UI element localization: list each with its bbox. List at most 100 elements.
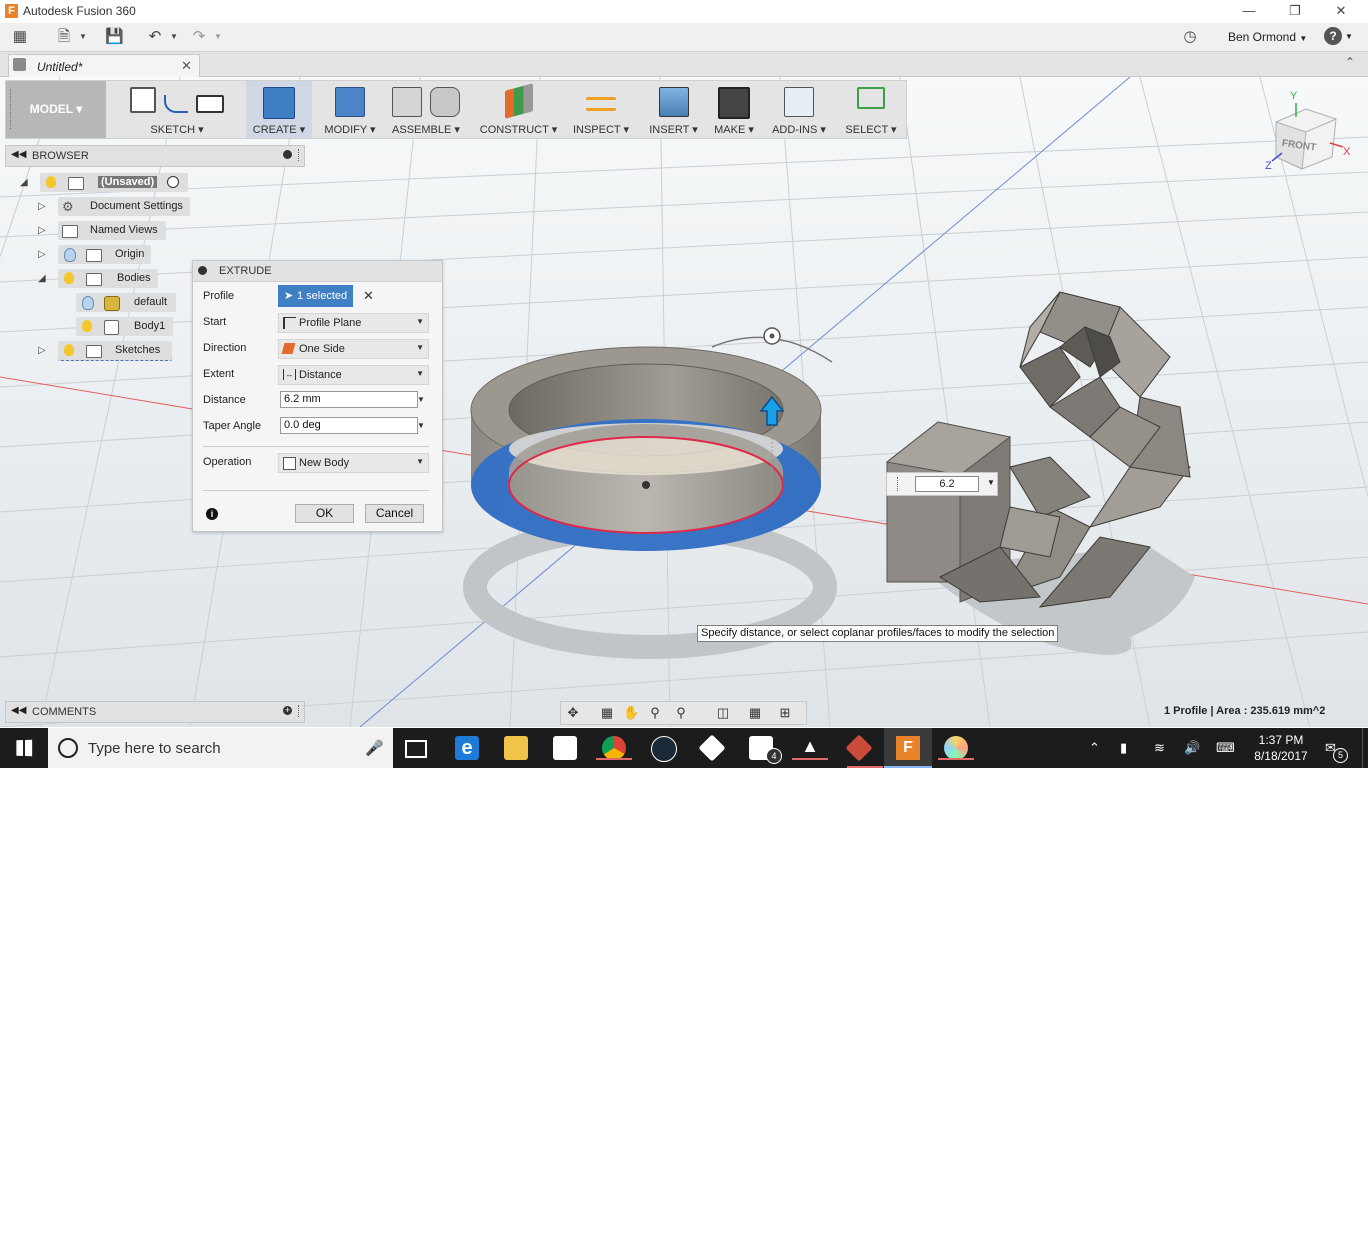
- fit-icon[interactable]: ⚲: [673, 705, 689, 721]
- document-tab[interactable]: Untitled* ✕: [8, 54, 200, 77]
- task-view-icon[interactable]: [405, 740, 427, 758]
- help-dropdown-icon[interactable]: ▼: [1345, 32, 1353, 41]
- undo-dropdown-icon[interactable]: ▼: [165, 28, 183, 46]
- grid-settings-icon[interactable]: ▦: [747, 705, 763, 721]
- visibility-bulb-off-icon[interactable]: [82, 296, 94, 310]
- store-icon[interactable]: [553, 736, 577, 760]
- file-dropdown-icon[interactable]: ▼: [74, 28, 92, 46]
- show-hidden-icons[interactable]: ⌃: [1089, 740, 1100, 756]
- root-expand-icon[interactable]: ◢: [20, 177, 28, 188]
- inspect-group[interactable]: INSPECT ▾: [571, 81, 631, 138]
- ok-button[interactable]: OK: [295, 504, 354, 523]
- comments-grip[interactable]: [298, 705, 301, 717]
- look-at-icon[interactable]: ▦: [599, 705, 615, 721]
- browser-node-default[interactable]: default: [76, 293, 176, 312]
- operation-dropdown[interactable]: New Body ▼: [278, 453, 429, 473]
- close-tab-icon[interactable]: ✕: [181, 58, 192, 74]
- restore-button[interactable]: ❐: [1272, 2, 1318, 20]
- show-desktop-button[interactable]: [1362, 728, 1368, 768]
- assemble-group[interactable]: ASSEMBLE ▾: [386, 81, 466, 138]
- make-group[interactable]: MAKE ▾: [709, 81, 759, 138]
- bodies-expand-icon[interactable]: ◢: [38, 273, 46, 284]
- visibility-bulb-icon[interactable]: [46, 176, 56, 188]
- viewports-icon[interactable]: ⊞: [777, 705, 793, 721]
- document-settings-expand-icon[interactable]: ▷: [38, 201, 46, 212]
- red-gem-app-icon[interactable]: [845, 734, 873, 762]
- redo-dropdown-icon[interactable]: ▼: [209, 28, 227, 46]
- collapse-tabs-icon[interactable]: ⌃: [1345, 55, 1355, 69]
- visibility-bulb-icon[interactable]: [64, 344, 74, 356]
- start-dropdown[interactable]: Profile Plane ▼: [278, 313, 429, 333]
- browser-panel-header[interactable]: ◀◀ BROWSER: [5, 145, 305, 167]
- add-comment-icon[interactable]: +: [283, 706, 292, 715]
- browser-grip[interactable]: [298, 149, 301, 161]
- visibility-bulb-icon[interactable]: [82, 320, 92, 332]
- toolbar-grip[interactable]: [10, 89, 13, 129]
- hud-grip[interactable]: [897, 477, 900, 491]
- browser-node-origin[interactable]: Origin: [58, 245, 151, 264]
- extrude-icon[interactable]: [263, 87, 295, 119]
- chrome-icon[interactable]: [596, 736, 632, 760]
- browser-node-named-views[interactable]: Named Views: [58, 221, 166, 240]
- user-menu[interactable]: Ben Ormond ▼: [1228, 30, 1307, 44]
- modify-group[interactable]: MODIFY ▾: [316, 81, 384, 138]
- press-pull-icon[interactable]: [335, 87, 365, 117]
- job-status-icon[interactable]: ◷: [1181, 28, 1199, 46]
- create-sketch-icon[interactable]: [130, 87, 156, 113]
- named-views-expand-icon[interactable]: ▷: [38, 225, 46, 236]
- visibility-bulb-off-icon[interactable]: [64, 248, 76, 262]
- construct-group[interactable]: CONSTRUCT ▾: [476, 81, 561, 138]
- app-cube-icon[interactable]: [698, 734, 726, 762]
- browser-node-bodies[interactable]: Bodies: [58, 269, 158, 288]
- scripts-addins-icon[interactable]: [784, 87, 814, 117]
- activate-component-icon[interactable]: [167, 176, 179, 188]
- wifi-icon[interactable]: ≋: [1154, 740, 1165, 756]
- browser-node-sketches[interactable]: Sketches: [58, 341, 172, 361]
- collapse-comments-icon[interactable]: ◀◀: [11, 705, 26, 716]
- workspace-switcher[interactable]: MODEL ▾: [6, 81, 106, 138]
- collapse-browser-icon[interactable]: ◀◀: [11, 149, 26, 160]
- distance-hud-dropdown-icon[interactable]: ▼: [987, 478, 995, 487]
- select-group[interactable]: SELECT ▾: [841, 81, 901, 138]
- zoom-icon[interactable]: ⚲: [647, 705, 663, 721]
- joint-icon[interactable]: [430, 87, 460, 117]
- origin-expand-icon[interactable]: ▷: [38, 249, 46, 260]
- insert-group[interactable]: INSERT ▾: [646, 81, 701, 138]
- new-component-icon[interactable]: [392, 87, 422, 117]
- select-icon[interactable]: [857, 87, 885, 109]
- addins-group[interactable]: ADD-INS ▾: [769, 81, 829, 138]
- extent-dropdown[interactable]: ↔ Distance ▼: [278, 365, 429, 385]
- file-explorer-icon[interactable]: [504, 736, 528, 760]
- taper-angle-input[interactable]: 0.0 deg: [280, 417, 418, 434]
- offset-plane-icon[interactable]: [504, 83, 533, 119]
- pan-icon[interactable]: ✋: [623, 705, 639, 721]
- distance-hud-input[interactable]: 6.2: [915, 476, 979, 492]
- cancel-button[interactable]: Cancel: [365, 504, 424, 523]
- insert-image-icon[interactable]: [658, 87, 689, 117]
- taskbar-clock[interactable]: 1:37 PM 8/18/2017: [1246, 732, 1316, 764]
- browser-collapse-icon[interactable]: [283, 150, 292, 159]
- taskbar-search-box[interactable]: Type here to search 🎤: [48, 728, 393, 768]
- paint-app-icon[interactable]: [938, 736, 974, 760]
- taper-dropdown-icon[interactable]: ▼: [417, 421, 425, 430]
- file-menu-icon[interactable]: 🗎: [55, 28, 73, 46]
- rectangle-tool-icon[interactable]: [196, 95, 224, 113]
- orbit-icon[interactable]: ✥: [565, 705, 581, 721]
- minimize-button[interactable]: —: [1226, 2, 1272, 20]
- line-tool-icon[interactable]: [164, 95, 188, 113]
- microphone-icon[interactable]: 🎤: [365, 739, 384, 757]
- browser-node-root[interactable]: (Unsaved): [40, 173, 188, 192]
- app-grid-icon[interactable]: ▦: [11, 28, 29, 46]
- steam-icon[interactable]: [651, 736, 677, 762]
- undo-icon[interactable]: ↶: [146, 28, 164, 46]
- 3d-print-icon[interactable]: [718, 87, 750, 119]
- extrude-dialog-header[interactable]: EXTRUDE: [193, 261, 442, 282]
- profile-selector-button[interactable]: ➤ 1 selected: [278, 285, 353, 307]
- sketch-group[interactable]: SKETCH ▾: [111, 81, 243, 138]
- comments-panel-header[interactable]: ◀◀ COMMENTS +: [5, 701, 305, 723]
- create-group[interactable]: CREATE ▾: [246, 81, 312, 138]
- battery-icon[interactable]: ▮: [1120, 740, 1127, 756]
- measure-icon[interactable]: [586, 97, 616, 111]
- collapse-dialog-icon[interactable]: [198, 266, 207, 275]
- visibility-bulb-icon[interactable]: [64, 272, 74, 284]
